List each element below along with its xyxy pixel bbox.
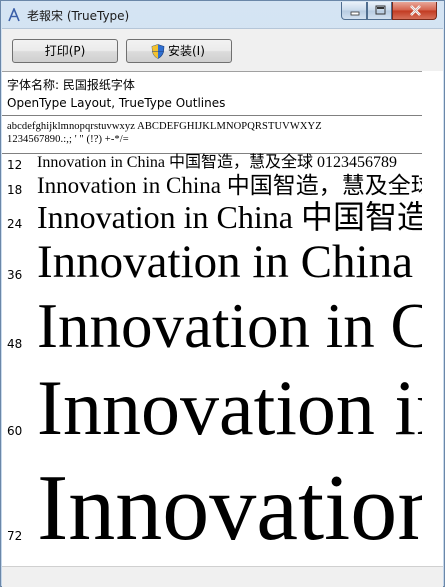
sample-size-label: 12 xyxy=(7,158,23,172)
sample-text: Innovation in China 中国智造，慧及全球 0123456789 xyxy=(37,173,422,198)
print-button[interactable]: 打印(P) xyxy=(12,39,118,63)
character-set-letters: abcdefghijklmnopqrstuvwxyz ABCDEFGHIJKLM… xyxy=(7,121,322,132)
toolbar: 打印(P) 安装(I) xyxy=(2,28,443,71)
sample-text: Innovation in China 中国智造，慧及全球 0123456789 xyxy=(37,236,422,288)
font-type: OpenType Layout, TrueType Outlines xyxy=(7,96,226,110)
sample-text: Innovation in China 中国智造，慧及全球 0123456789 xyxy=(37,291,422,361)
close-button[interactable] xyxy=(392,2,437,20)
divider xyxy=(2,115,422,116)
sample-size-label: 18 xyxy=(7,183,23,197)
sample-text: Innovation in China 中国智造，慧及全球 0123456789 xyxy=(37,154,397,171)
install-button-label: 安装(I) xyxy=(168,44,205,58)
preview-margin xyxy=(422,71,443,566)
sample-size-label: 60 xyxy=(7,424,23,438)
sample-size-label: 72 xyxy=(7,529,23,543)
minimize-button[interactable] xyxy=(341,2,367,20)
sample-size-label: 24 xyxy=(7,217,23,231)
close-icon xyxy=(410,5,421,16)
install-button[interactable]: 安装(I) xyxy=(126,39,232,63)
sample-text: Innovation in China 中国智造，慧及全球 0123456789 xyxy=(37,456,422,560)
character-set-symbols: 1234567890.:,; ' " (!?) +-*/= xyxy=(7,134,129,145)
font-viewer-window: 老報宋 (TrueType) 打印(P) 安装(I) 字体名称: 民国报纸字体 … xyxy=(0,0,445,587)
font-viewer-icon xyxy=(7,6,21,22)
sample-text: Innovation in China 中国智造，慧及全球 0123456789 xyxy=(37,199,422,235)
print-button-label: 打印(P) xyxy=(44,44,86,58)
sample-text: Innovation in China 中国智造，慧及全球 0123456789 xyxy=(37,364,422,451)
window-title: 老報宋 (TrueType) xyxy=(27,9,130,23)
font-name: 字体名称: 民国报纸字体 xyxy=(7,78,135,92)
maximize-icon xyxy=(375,5,386,15)
sample-size-label: 36 xyxy=(7,268,23,282)
title-bar[interactable]: 老報宋 (TrueType) xyxy=(1,1,444,28)
minimize-icon xyxy=(350,11,360,16)
uac-shield-icon xyxy=(151,44,165,59)
maximize-button[interactable] xyxy=(367,2,392,20)
font-preview-pane[interactable]: 字体名称: 民国报纸字体 OpenType Layout, TrueType O… xyxy=(2,71,422,567)
sample-size-label: 48 xyxy=(7,337,23,351)
window-bottom-edge xyxy=(2,566,443,587)
